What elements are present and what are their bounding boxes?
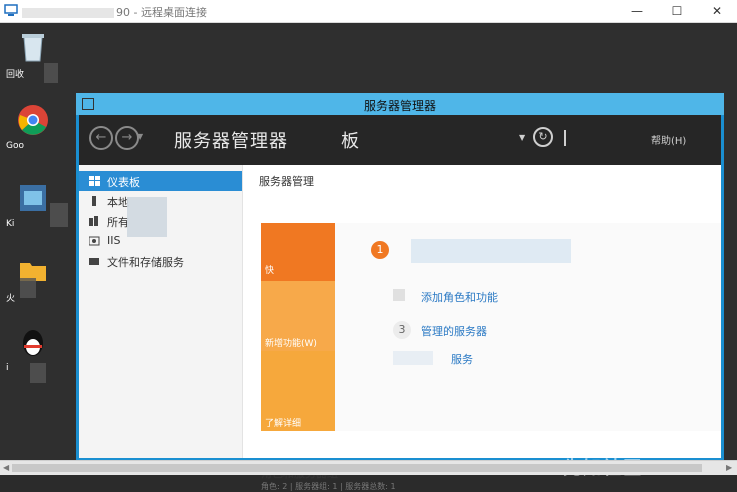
close-button[interactable]: ✕ — [697, 0, 737, 22]
mosaic-block — [44, 63, 58, 83]
application-icon — [20, 185, 46, 211]
mosaic-block — [393, 289, 405, 301]
tile-label: 快 — [265, 266, 275, 276]
desktop-icon-chrome[interactable]: Goo — [6, 101, 66, 161]
learn-more-tile[interactable]: 了解详细 — [261, 351, 335, 431]
desktop-icon-label: Ki — [6, 219, 15, 229]
recycle-bin-icon — [22, 34, 44, 62]
rdp-window-title: 90 - 远程桌面连接 — [22, 4, 207, 20]
dashboard-icon — [89, 176, 100, 186]
mosaic-block — [50, 203, 68, 227]
iis-icon — [89, 236, 100, 246]
welcome-panel: 快 新增功能(W) 了解详细 1 添加角色和功能 3 管理的服务器 服务 — [261, 223, 721, 431]
roles-summary: 角色: 2 | 服务器组: 1 | 服务器总数: 1 — [261, 482, 396, 491]
horizontal-scrollbar[interactable]: ◀ ▶ — [0, 460, 737, 475]
scrollbar-thumb[interactable] — [12, 464, 702, 472]
server-manager-titlebar: 服务器管理器 — [76, 93, 724, 115]
qq-penguin-icon — [23, 330, 43, 356]
mosaic-block — [20, 278, 36, 298]
remote-desktop-icon — [4, 4, 18, 16]
welcome-heading: 服务器管理 — [259, 175, 314, 188]
chevron-down-icon[interactable]: ▼ — [519, 133, 525, 142]
sidebar-item-label: 仪表板 — [107, 176, 140, 189]
blurred-host — [22, 8, 114, 18]
server-manager-title: 服务器管理器 — [363, 99, 436, 113]
forward-button[interactable]: → — [115, 126, 139, 150]
back-button[interactable]: ← — [89, 126, 113, 150]
server-manager-window: 服务器管理器 ← → ▼ 服务器管理器 板 ▼ ↻ 帮助(H) 仪表板 本地 所… — [76, 93, 724, 491]
desktop-icon-label: i — [6, 363, 9, 373]
tile-label: 新增功能(W) — [265, 339, 317, 349]
maximize-button[interactable]: ☐ — [657, 0, 697, 22]
servers-icon — [89, 216, 98, 226]
history-dropdown-icon[interactable]: ▼ — [137, 132, 143, 141]
mosaic-block — [393, 351, 433, 365]
rdp-titlebar: 90 - 远程桌面连接 — ☐ ✕ — [0, 0, 737, 23]
remote-desktop: 回收 Goo Ki 火 i 服务器管理器 ← → ▼ 服务器管理器 板 ▼ ↻ … — [0, 23, 737, 491]
server-manager-nav: ← → ▼ 服务器管理器 板 ▼ ↻ 帮助(H) — [79, 115, 721, 165]
desktop-icon-label: 回收 — [6, 70, 25, 80]
desktop-icon-label: Goo — [6, 141, 24, 151]
desktop-icon-folder[interactable]: 火 — [6, 251, 66, 311]
sidebar-item-label: IIS — [107, 234, 121, 247]
mosaic-block — [30, 363, 46, 383]
tile-label: 了解详细 — [265, 419, 302, 429]
nav-separator — [564, 130, 566, 146]
server-icon — [92, 196, 96, 206]
sidebar-item-dashboard[interactable]: 仪表板 — [79, 171, 242, 191]
scroll-right-icon[interactable]: ▶ — [726, 463, 732, 472]
sidebar-item-file-storage[interactable]: 文件和存储服务 — [79, 251, 242, 271]
sidebar-item-label: 文件和存储服务 — [107, 256, 184, 269]
help-menu[interactable]: 帮助(H) — [651, 132, 686, 147]
quick-start-tile[interactable]: 快 — [261, 223, 335, 281]
minimize-button[interactable]: — — [617, 0, 657, 22]
whats-new-tile[interactable]: 新增功能(W) — [261, 281, 335, 351]
chrome-icon — [18, 105, 48, 135]
server-manager-sidebar: 仪表板 本地 所有 IIS 文件和存储服务 — [79, 165, 243, 458]
nav-title: 服务器管理器 — [174, 131, 288, 152]
step-3-badge: 3 — [393, 321, 411, 339]
dashboard-content: 服务器管理 快 新增功能(W) 了解详细 1 添加角色和功能 3 管理的服务器 … — [243, 165, 721, 491]
nav-page: 板 — [341, 131, 359, 152]
scroll-left-icon[interactable]: ◀ — [3, 463, 9, 472]
desktop-icon-label: 火 — [6, 294, 16, 304]
manage-servers-link[interactable]: 管理的服务器 — [421, 323, 487, 339]
refresh-button[interactable]: ↻ — [533, 127, 553, 147]
add-roles-link[interactable]: 添加角色和功能 — [421, 289, 498, 305]
step-1-badge: 1 — [371, 241, 389, 259]
rdp-title-text: 90 - 远程桌面连接 — [116, 6, 207, 19]
storage-icon — [89, 258, 99, 265]
mosaic-block — [411, 239, 571, 263]
services-link[interactable]: 服务 — [451, 351, 473, 367]
sidebar-item-label: 本地 — [107, 196, 129, 209]
mosaic-block — [127, 197, 167, 237]
server-manager-client: ← → ▼ 服务器管理器 板 ▼ ↻ 帮助(H) 仪表板 本地 所有 IIS 文… — [79, 115, 721, 491]
sidebar-item-label: 所有 — [107, 216, 129, 229]
